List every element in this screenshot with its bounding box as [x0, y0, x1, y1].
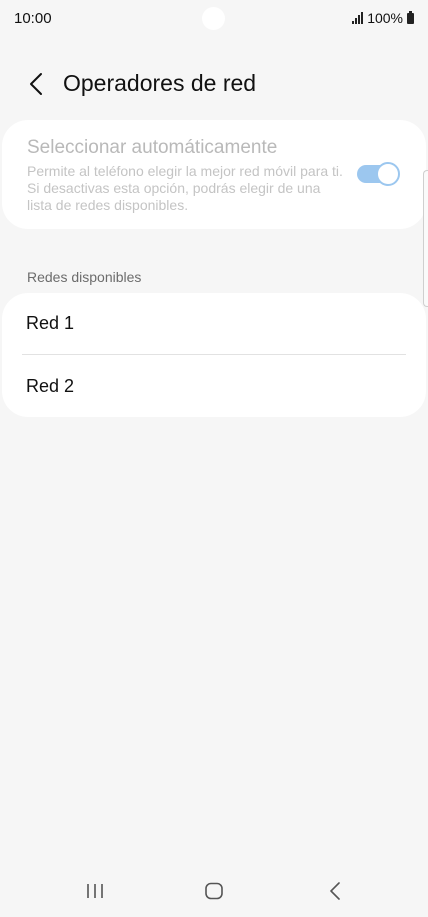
network-item-red-1[interactable]: Red 1	[2, 293, 426, 354]
scrollbar[interactable]	[423, 170, 428, 307]
section-label-available-networks: Redes disponibles	[27, 269, 142, 285]
home-icon	[205, 882, 223, 900]
auto-select-toggle[interactable]	[357, 162, 401, 186]
page-title: Operadores de red	[63, 70, 257, 96]
network-list: Red 1 Red 2	[2, 293, 426, 417]
home-button[interactable]	[194, 878, 234, 904]
battery-icon	[407, 10, 414, 24]
toggle-knob	[376, 162, 400, 186]
recent-apps-icon	[87, 884, 103, 898]
navigation-bar	[0, 870, 428, 917]
divider	[22, 354, 406, 355]
recent-apps-button[interactable]	[75, 878, 115, 904]
network-item-red-2[interactable]: Red 2	[2, 356, 426, 417]
battery-percentage: 100%	[367, 10, 403, 26]
status-indicators: 100%	[352, 10, 414, 26]
nav-back-button[interactable]	[315, 878, 355, 904]
status-bar: 10:00 100%	[0, 0, 428, 38]
signal-icon	[352, 12, 364, 24]
app-header: Operadores de red	[0, 62, 428, 106]
status-time: 10:00	[14, 10, 52, 27]
network-item-label: Red 1	[26, 313, 75, 333]
auto-select-title: Seleccionar automáticamente	[27, 137, 278, 158]
chevron-left-icon	[30, 73, 42, 95]
back-icon	[330, 882, 340, 900]
back-button[interactable]	[22, 68, 50, 100]
auto-select-card[interactable]: Seleccionar automáticamente Permite al t…	[2, 120, 426, 229]
auto-select-description: Permite al teléfono elegir la mejor red …	[27, 163, 343, 213]
network-item-label: Red 2	[26, 376, 75, 396]
front-camera	[202, 7, 225, 30]
